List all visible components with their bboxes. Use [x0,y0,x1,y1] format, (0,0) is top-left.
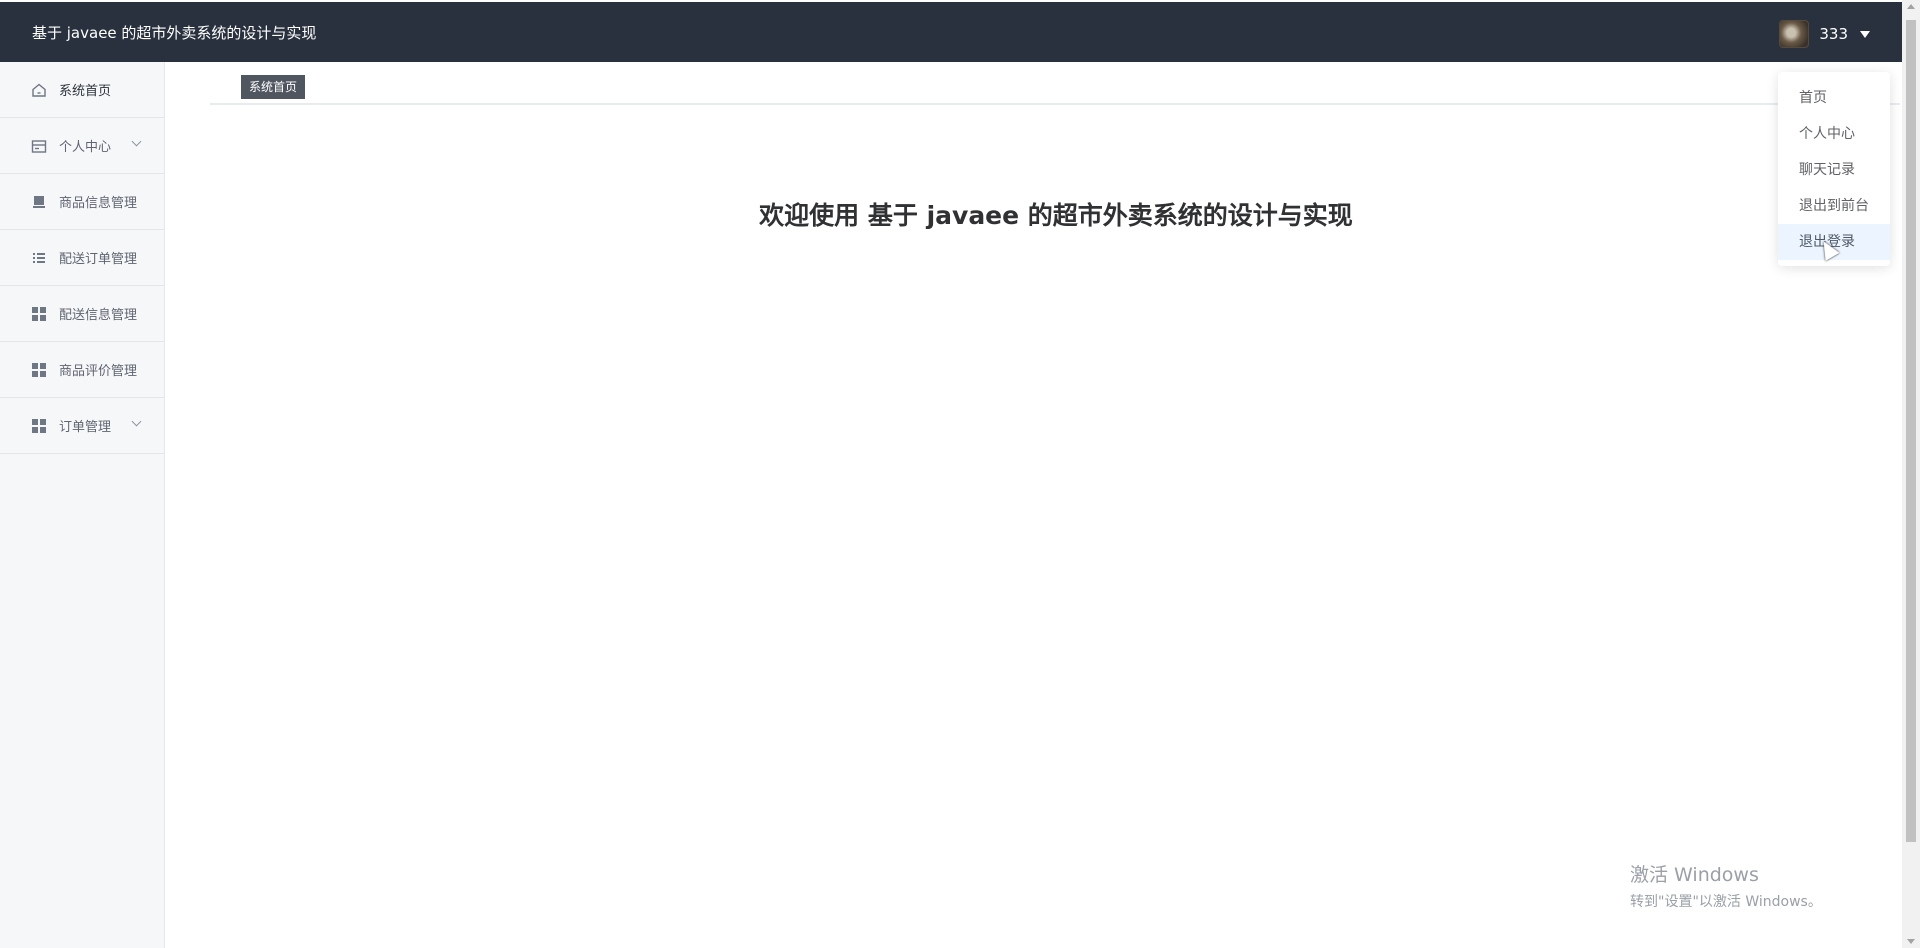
watermark-line-1: 激活 Windows [1630,864,1759,886]
scroll-down-arrow-icon[interactable] [1907,939,1915,944]
sidebar-item-label: 配送订单管理 [59,252,138,267]
vertical-scrollbar[interactable] [1902,0,1920,948]
top-navbar: 基于 javaee 的超市外卖系统的设计与实现 333 [0,2,1902,62]
menu-item-home[interactable]: 首页 [1778,80,1890,116]
welcome-heading: 欢迎使用 基于 javaee 的超市外卖系统的设计与实现 [759,201,1353,230]
app-title: 基于 javaee 的超市外卖系统的设计与实现 [32,24,317,42]
caret-down-icon[interactable] [1860,30,1870,38]
windows-activation-watermark: 激活 Windows 转到"设置"以激活 Windows。 [1630,860,1822,911]
sidebar-item-reviews[interactable]: 商品评价管理 [0,342,164,398]
menu-item-exit-to-frontend[interactable]: 退出到前台 [1778,188,1890,224]
sidebar-item-label: 配送信息管理 [59,308,138,323]
menu-item-profile[interactable]: 个人中心 [1778,116,1890,152]
watermark-line-2: 转到"设置"以激活 Windows。 [1630,894,1822,910]
sidebar-item-orders[interactable]: 订单管理 [0,398,164,454]
scroll-up-arrow-icon[interactable] [1907,4,1915,9]
card-icon [31,138,47,154]
user-dropdown-menu: 首页 个人中心 聊天记录 退出到前台 退出登录 [1778,72,1890,266]
sidebar-item-label: 商品评价管理 [59,364,138,379]
sidebar-item-delivery-info[interactable]: 配送信息管理 [0,286,164,342]
chevron-down-icon[interactable] [131,416,142,427]
grid-icon [31,362,47,378]
breadcrumb-tag-home[interactable]: 系统首页 [241,75,306,99]
sidebar-item-home[interactable]: 系统首页 [0,62,164,118]
grid-icon [31,306,47,322]
username[interactable]: 333 [1819,25,1848,43]
breadcrumb: 系统首页 [210,70,1900,105]
home-icon [31,82,47,98]
menu-item-chat-history[interactable]: 聊天记录 [1778,152,1890,188]
sidebar-item-label: 个人中心 [59,140,112,155]
sidebar-item-profile[interactable]: 个人中心 [0,118,164,174]
user-menu-trigger[interactable]: 333 [1779,20,1870,48]
grid-icon [31,418,47,434]
sidebar: 系统首页 个人中心 商品信息管理 配送订单管理 配送信息管理 商品评价管理 订单… [0,62,165,948]
avatar[interactable] [1779,20,1810,48]
sidebar-item-label: 订单管理 [59,420,112,435]
sidebar-item-delivery-orders[interactable]: 配送订单管理 [0,230,164,286]
list-icon [31,250,47,266]
scrollbar-thumb[interactable] [1906,20,1916,842]
sidebar-item-label: 系统首页 [59,84,112,99]
chevron-down-icon[interactable] [131,136,142,147]
